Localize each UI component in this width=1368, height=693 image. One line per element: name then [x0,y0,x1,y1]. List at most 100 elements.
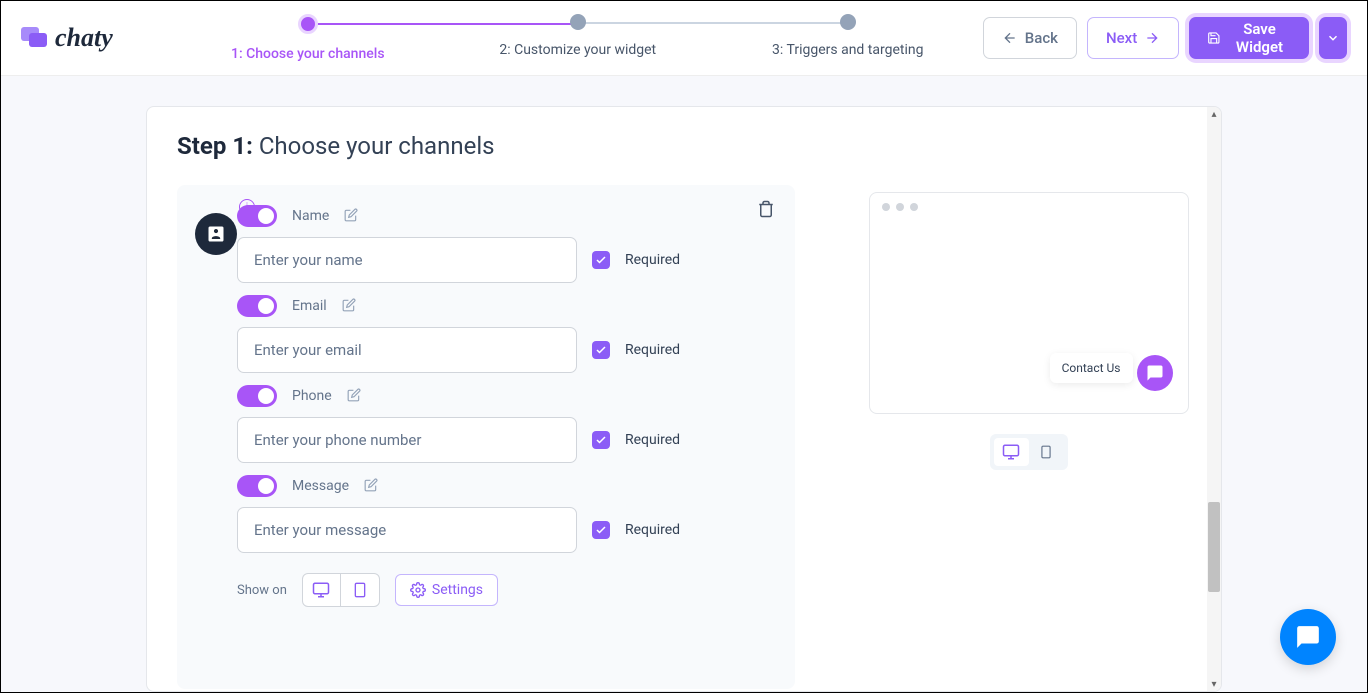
message-input[interactable] [237,507,577,553]
gear-icon [410,582,426,598]
phone-toggle[interactable] [237,385,277,407]
save-label: Save Widget [1228,20,1291,56]
delete-channel-button[interactable] [757,200,775,222]
email-input[interactable] [237,327,577,373]
step-2-label: 2: Customize your widget [499,42,656,58]
field-name: Name Required [237,205,765,283]
edit-name-button[interactable] [344,207,358,226]
check-icon [595,524,607,536]
page-title: Step 1: Choose your channels [147,107,1221,185]
save-icon [1207,29,1221,47]
logo-icon [21,27,49,49]
email-label: Email [292,298,327,314]
logo: chaty [21,23,113,53]
name-input[interactable] [237,237,577,283]
content-body: i Name Required [147,185,1221,689]
stepper: 1: Choose your channels 2: Customize you… [173,14,983,62]
check-icon [595,344,607,356]
device-toggle [302,573,380,607]
check-icon [595,434,607,446]
field-message: Message Required [237,475,765,553]
contact-book-icon [206,224,226,244]
step-line [308,23,578,25]
step-title-text: Choose your channels [253,132,495,160]
step-1-label: 1: Choose your channels [231,46,385,62]
header-actions: Back Next Save Widget [983,17,1347,59]
field-email: Email Required [237,295,765,373]
mobile-icon [352,582,368,598]
step-line [578,22,848,24]
step-3-label: 3: Triggers and targeting [772,42,923,58]
name-required-checkbox[interactable] [592,251,610,269]
name-required-label: Required [625,252,680,268]
settings-label: Settings [432,582,483,598]
mobile-icon [1039,445,1053,459]
phone-input[interactable] [237,417,577,463]
settings-button[interactable]: Settings [395,574,498,606]
show-on-mobile-button[interactable] [341,574,379,606]
pencil-icon [364,478,378,492]
arrow-right-icon [1144,30,1160,46]
scroll-up-icon[interactable]: ▴ [1207,107,1221,121]
phone-required-label: Required [625,432,680,448]
channel-form-panel: i Name Required [177,185,795,689]
show-on-label: Show on [237,583,287,598]
preview-desktop-button[interactable] [994,438,1029,466]
email-toggle[interactable] [237,295,277,317]
support-chat-fab[interactable] [1280,609,1336,665]
desktop-icon [1002,443,1020,461]
message-required-label: Required [625,522,680,538]
arrow-left-icon [1002,30,1018,46]
name-label: Name [292,208,329,224]
message-toggle[interactable] [237,475,277,497]
next-label: Next [1106,29,1137,47]
contact-form-channel-icon [195,213,237,255]
edit-message-button[interactable] [364,477,378,496]
edit-email-button[interactable] [342,297,356,316]
email-required-label: Required [625,342,680,358]
pencil-icon [344,208,358,222]
step-2[interactable]: 2: Customize your widget [443,14,713,62]
preview-device-switcher [990,434,1068,470]
trash-icon [757,200,775,218]
email-required-checkbox[interactable] [592,341,610,359]
chevron-down-icon [1326,31,1340,45]
phone-required-checkbox[interactable] [592,431,610,449]
scrollbar-thumb[interactable] [1208,502,1220,592]
save-widget-button[interactable]: Save Widget [1189,17,1309,59]
step-dot-icon [570,14,586,30]
scrollbar[interactable]: ▴ ▾ [1207,107,1221,691]
phone-label: Phone [292,388,332,404]
logo-text: chaty [55,23,113,53]
pencil-icon [347,388,361,402]
step-1[interactable]: 1: Choose your channels [173,14,443,62]
preview-mobile-button[interactable] [1029,438,1064,466]
edit-phone-button[interactable] [347,387,361,406]
back-button[interactable]: Back [983,17,1077,59]
next-button[interactable]: Next [1087,17,1179,59]
chat-bubble-icon [1146,364,1164,382]
browser-preview: Contact Us [869,192,1189,414]
preview-chat-fab [1137,355,1173,391]
name-toggle[interactable] [237,205,277,227]
back-label: Back [1025,29,1058,47]
step-dot-icon [298,14,318,34]
main-content: Step 1: Choose your channels i Name [1,76,1367,692]
save-dropdown-button[interactable] [1319,17,1347,59]
preview-cta-label: Contact Us [1050,353,1133,383]
check-icon [595,254,607,266]
browser-dots-icon [882,203,918,211]
pencil-icon [342,298,356,312]
field-phone: Phone Required [237,385,765,463]
message-required-checkbox[interactable] [592,521,610,539]
scroll-down-icon[interactable]: ▾ [1207,677,1221,691]
preview-panel: Contact Us [866,192,1191,470]
step-prefix: Step 1: [177,132,253,160]
step-dot-icon [840,14,856,30]
desktop-icon [312,581,330,599]
content-panel: Step 1: Choose your channels i Name [146,106,1222,692]
app-header: chaty 1: Choose your channels 2: Customi… [1,1,1367,76]
show-on-row: Show on Settings [237,573,765,607]
message-label: Message [292,478,349,494]
show-on-desktop-button[interactable] [303,574,341,606]
